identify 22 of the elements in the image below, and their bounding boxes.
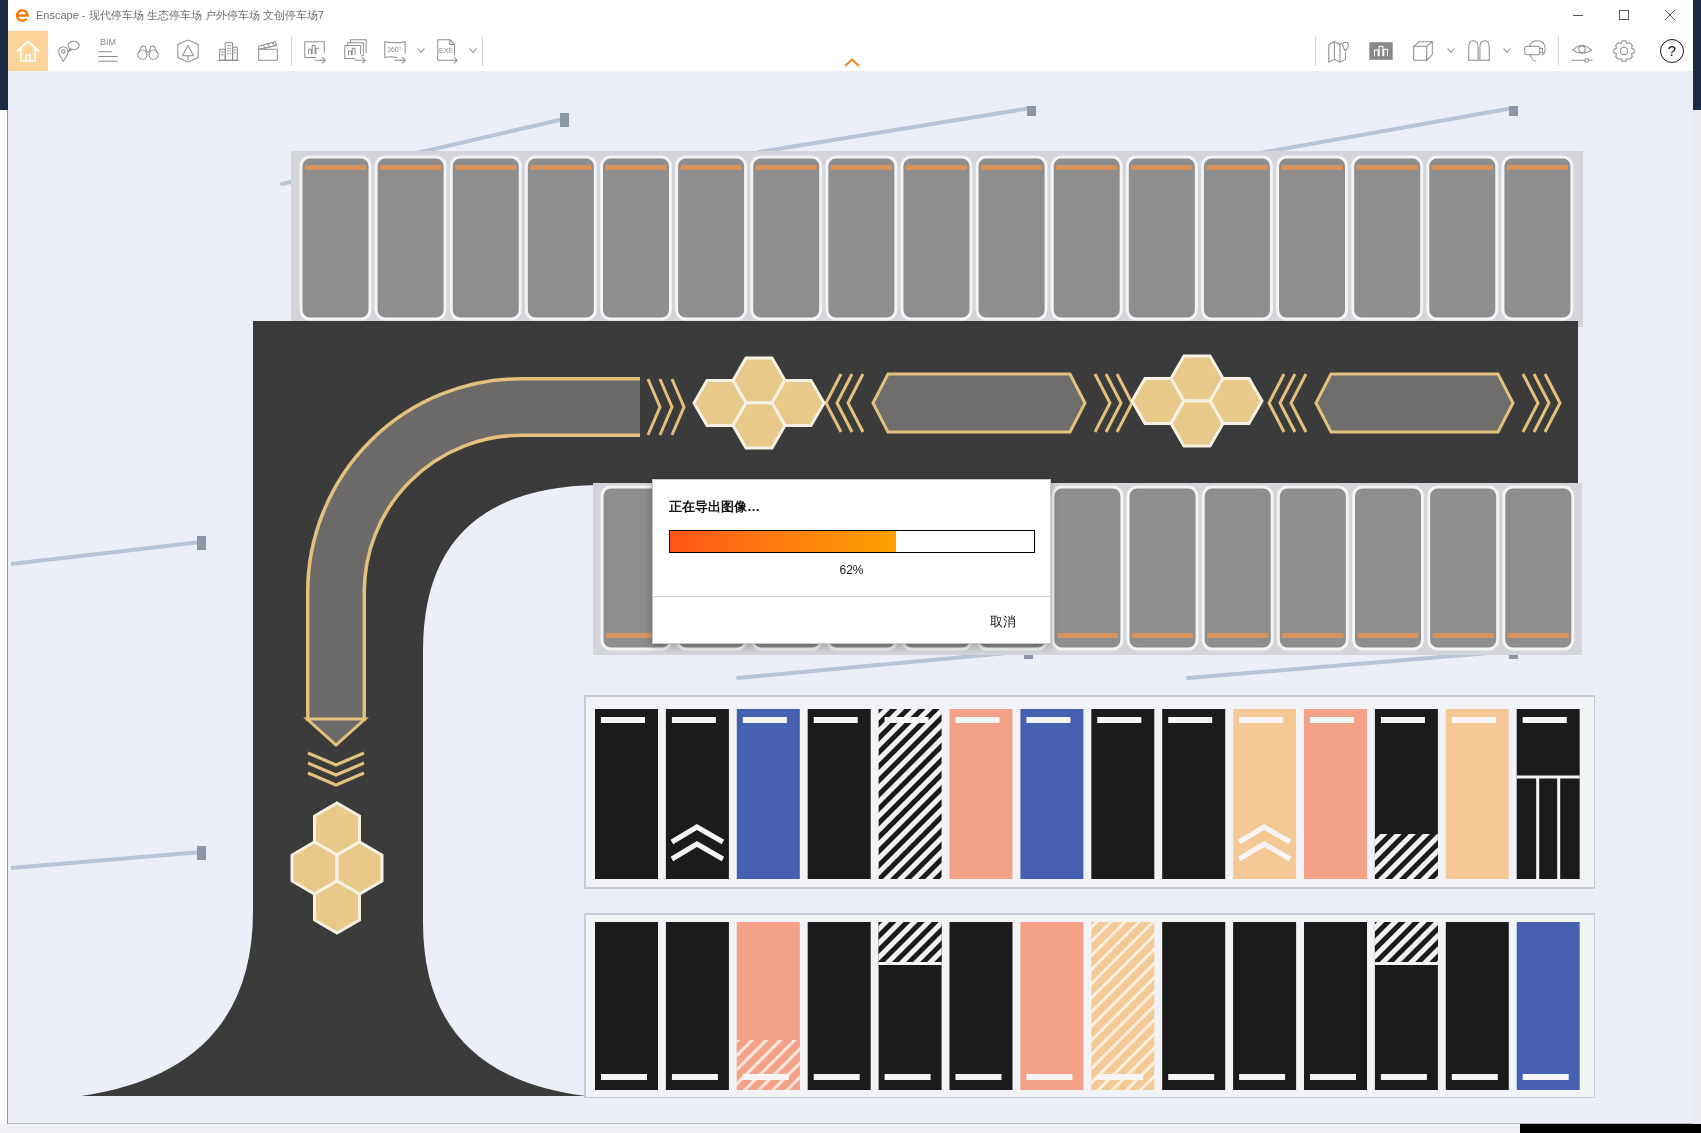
help-button[interactable]: ? [1660,38,1684,63]
logo-icon [16,8,29,22]
chevron-down-icon[interactable] [417,48,425,53]
dialog-title: 正在导出图像… [669,498,760,516]
vr-headset-icon [1522,37,1548,64]
document-arrow-icon [434,37,460,64]
arches-icon [1466,37,1492,64]
window-title: Enscape - 现代停车场 生态停车场 户外停车场 文创停车场7 [36,7,324,23]
chevron-down-icon[interactable] [1447,48,1455,53]
maximize-icon [1619,10,1629,20]
close-icon [1665,10,1675,20]
toolbar-button[interactable]: BIM [88,30,128,71]
chevron-up-icon[interactable] [844,58,860,67]
minimize-icon [1573,14,1583,16]
lines-icon [95,50,121,63]
hexagon-triangle-icon [175,37,201,64]
stacked-pictures-arrow-icon [342,37,368,64]
home-button[interactable] [8,30,48,71]
settings-icon [1611,37,1637,64]
chevron-down-icon[interactable] [469,48,477,53]
chevron-down-icon[interactable] [1503,48,1511,53]
progress-percent: 62% [839,562,864,578]
